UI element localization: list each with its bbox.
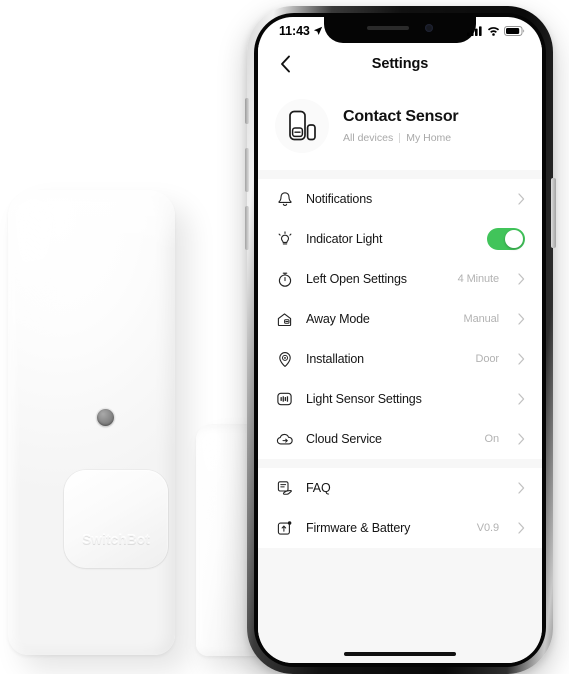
bell-icon — [275, 191, 294, 208]
phone-screen: 11:43 Settings Contact Sensor All device… — [258, 17, 542, 663]
settings-row-firmware-battery[interactable]: Firmware & Battery V0.9 — [258, 508, 542, 548]
settings-group-main: Notifications Indicator Light Left Open … — [258, 179, 542, 459]
page-title: Settings — [371, 56, 429, 72]
battery-icon — [504, 26, 525, 36]
chevron-right-icon — [518, 313, 525, 325]
settings-row-label: FAQ — [306, 481, 331, 495]
chevron-right-icon — [518, 522, 525, 534]
status-bar: 11:43 — [258, 17, 542, 45]
device-name: Contact Sensor — [343, 108, 459, 125]
led-indicator-dot — [97, 409, 114, 426]
wifi-icon — [487, 27, 499, 36]
settings-row-label: Installation — [306, 352, 364, 366]
lightbulb-icon — [275, 230, 294, 248]
settings-scroll-area: Contact Sensor All devices My Home Notif… — [258, 83, 542, 663]
contact-sensor-icon — [275, 99, 329, 153]
settings-row-label: Away Mode — [306, 312, 370, 326]
chevron-right-icon — [518, 273, 525, 285]
settings-row-value: V0.9 — [476, 522, 499, 534]
settings-row-value: Manual — [463, 313, 500, 325]
chevron-right-icon — [518, 482, 525, 494]
cellular-signal-icon — [467, 26, 482, 36]
bottom-gap — [258, 548, 542, 557]
settings-row-value: 4 Minute — [457, 273, 499, 285]
device-home-label: My Home — [406, 132, 452, 144]
stopwatch-icon — [275, 271, 294, 288]
settings-row-label: Cloud Service — [306, 432, 382, 446]
settings-group-support: FAQ Firmware & Battery V0.9 — [258, 468, 542, 548]
settings-row-label: Firmware & Battery — [306, 521, 411, 535]
home-away-icon — [275, 311, 294, 328]
sensor-body-highlight — [8, 190, 175, 250]
location-arrow-icon — [313, 26, 322, 35]
settings-row-indicator-light[interactable]: Indicator Light — [258, 219, 542, 259]
back-button[interactable] — [272, 51, 298, 77]
home-indicator[interactable] — [344, 652, 456, 656]
device-meta: Contact Sensor All devices My Home — [343, 108, 459, 144]
cloud-icon — [275, 432, 294, 447]
power-button[interactable] — [551, 178, 556, 248]
settings-row-value: Door — [475, 353, 500, 365]
section-gap-support — [258, 459, 542, 468]
settings-row-label: Notifications — [306, 192, 373, 206]
settings-row-label: Indicator Light — [306, 232, 383, 246]
contact-sensor-main-body — [8, 190, 175, 655]
settings-row-installation[interactable]: Installation Door — [258, 339, 542, 379]
settings-row-label: Left Open Settings — [306, 272, 407, 286]
settings-row-value: On — [484, 433, 500, 445]
faq-icon — [275, 480, 294, 497]
phone-mockup: 11:43 Settings Contact Sensor All device… — [244, 6, 556, 674]
settings-row-faq[interactable]: FAQ — [258, 468, 542, 508]
status-bar-right — [467, 26, 525, 36]
volume-up-button[interactable] — [244, 148, 249, 192]
switchbot-logo-pad: SwitchBot — [64, 470, 168, 568]
chevron-right-icon — [518, 193, 525, 205]
chevron-right-icon — [518, 433, 525, 445]
firmware-upload-icon — [275, 520, 294, 537]
status-bar-left: 11:43 — [279, 24, 323, 38]
settings-row-cloud-service[interactable]: Cloud Service On — [258, 419, 542, 459]
status-time-text: 11:43 — [279, 24, 310, 38]
chevron-right-icon — [518, 393, 525, 405]
toggle-knob — [504, 229, 524, 249]
volume-down-button[interactable] — [244, 206, 249, 250]
device-group-label: All devices — [343, 132, 394, 144]
section-gap — [258, 170, 542, 179]
settings-row-left-open-settings[interactable]: Left Open Settings 4 Minute — [258, 259, 542, 299]
silent-switch[interactable] — [245, 98, 249, 124]
settings-row-label: Light Sensor Settings — [306, 392, 422, 406]
settings-row-away-mode[interactable]: Away Mode Manual — [258, 299, 542, 339]
light-sensor-icon — [275, 391, 294, 407]
indicator-light-toggle[interactable] — [487, 228, 525, 250]
settings-row-notifications[interactable]: Notifications — [258, 179, 542, 219]
chevron-left-icon — [280, 55, 290, 73]
switchbot-logo-text: SwitchBot — [82, 531, 150, 547]
settings-row-light-sensor-settings[interactable]: Light Sensor Settings — [258, 379, 542, 419]
navigation-bar: Settings — [258, 45, 542, 83]
location-pin-icon — [275, 351, 294, 368]
device-header-card[interactable]: Contact Sensor All devices My Home — [258, 83, 542, 170]
device-subtitle: All devices My Home — [343, 132, 458, 144]
chevron-right-icon — [518, 353, 525, 365]
subtitle-divider — [399, 133, 401, 143]
